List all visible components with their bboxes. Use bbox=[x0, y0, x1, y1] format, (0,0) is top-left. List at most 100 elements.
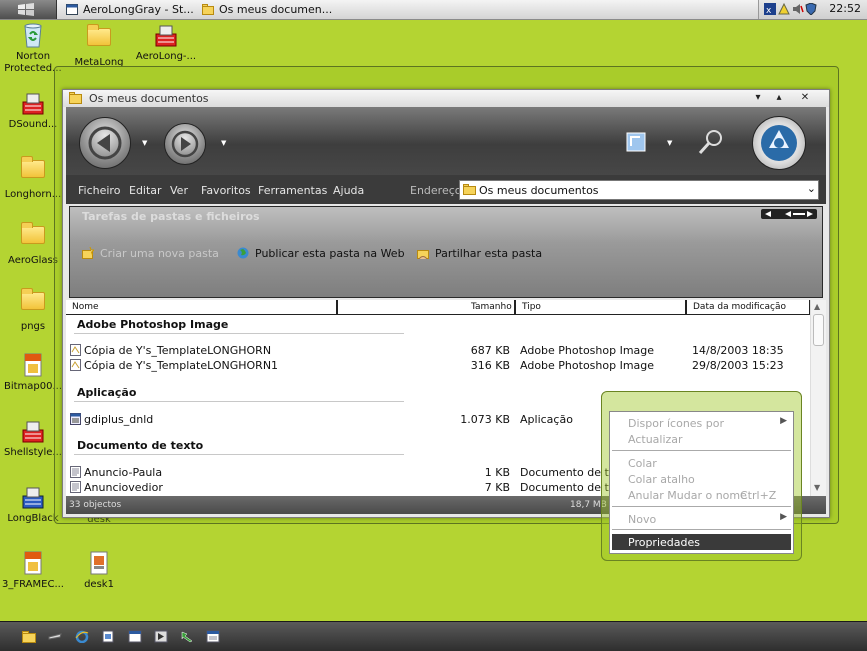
keyboard-layout-icon[interactable]: x bbox=[764, 3, 776, 15]
quick-launch-bar bbox=[0, 621, 867, 651]
taskbar-task-os-meus-documentos[interactable]: Os meus documen... bbox=[202, 1, 332, 18]
file-size: 1.073 KB bbox=[460, 413, 510, 426]
scroll-up-icon[interactable]: ▲ bbox=[814, 302, 820, 311]
ctx-propriedades[interactable]: Propriedades bbox=[612, 534, 791, 550]
folder-icon bbox=[19, 222, 47, 252]
psd-file-icon bbox=[70, 344, 81, 356]
desktop-icon-label: Norton bbox=[15, 51, 51, 62]
folder-icon bbox=[19, 156, 47, 186]
back-button[interactable] bbox=[79, 117, 131, 169]
clock[interactable]: 22:52 bbox=[829, 2, 861, 15]
internet-explorer-icon[interactable] bbox=[75, 630, 89, 643]
column-size[interactable]: Tamanho bbox=[471, 302, 512, 312]
ctx-anular[interactable]: Anular Mudar o nome Ctrl+Z bbox=[610, 487, 793, 503]
show-desktop-icon[interactable] bbox=[180, 630, 194, 643]
menu-ferramentas[interactable]: Ferramentas bbox=[258, 184, 327, 197]
menu-ver[interactable]: Ver bbox=[170, 184, 188, 197]
file-row[interactable]: Cópia de Y's_TemplateLONGHORN1 316 KB Ad… bbox=[66, 358, 810, 373]
png-file-icon bbox=[19, 352, 47, 378]
text-file-icon bbox=[70, 466, 81, 478]
media-icon[interactable] bbox=[154, 630, 168, 643]
ctx-actualizar[interactable]: Actualizar bbox=[610, 431, 793, 447]
volume-icon[interactable] bbox=[792, 3, 804, 15]
back-history-dropdown[interactable]: ▼ bbox=[142, 139, 147, 147]
views-dropdown[interactable]: ▼ bbox=[667, 139, 672, 147]
forward-button[interactable] bbox=[164, 123, 206, 165]
file-type: Aplicação bbox=[520, 413, 573, 426]
menu-ficheiro[interactable]: Ficheiro bbox=[78, 184, 120, 197]
taskbar-task-label: AeroLongGray - St... bbox=[83, 3, 194, 16]
file-row[interactable]: Cópia de Y's_TemplateLONGHORN 687 KB Ado… bbox=[66, 343, 810, 358]
documents-icon[interactable] bbox=[101, 630, 115, 643]
desktop-icon-label: desk1 bbox=[84, 579, 114, 590]
menu-ajuda[interactable]: Ajuda bbox=[333, 184, 364, 197]
ctx-novo[interactable]: Novo ▶ bbox=[610, 511, 793, 527]
installer-icon bbox=[19, 90, 47, 116]
column-name[interactable]: Nome bbox=[72, 302, 99, 312]
taskbar-task-aerolonggray[interactable]: AeroLongGray - St... bbox=[66, 1, 194, 18]
start-button[interactable] bbox=[0, 0, 57, 19]
calendar-icon[interactable] bbox=[206, 630, 220, 643]
window-title: Os meus documentos bbox=[89, 92, 209, 105]
menu-editar[interactable]: Editar bbox=[129, 184, 162, 197]
task-share-folder[interactable]: Partilhar esta pasta bbox=[417, 247, 542, 260]
minimize-button[interactable]: ▾ bbox=[751, 91, 765, 105]
folder-icon bbox=[85, 24, 113, 54]
column-type[interactable]: Tipo bbox=[522, 302, 541, 312]
text-file-icon bbox=[70, 481, 81, 493]
file-size: 316 KB bbox=[470, 359, 510, 372]
file-name: Anuncio-Paula bbox=[84, 466, 163, 479]
ctx-colar-atalho[interactable]: Colar atalho bbox=[610, 471, 793, 487]
folder-up-icon[interactable] bbox=[626, 132, 646, 152]
search-icon[interactable] bbox=[698, 129, 724, 155]
desktop-icon-aerolong[interactable]: AeroLong-... bbox=[133, 22, 199, 63]
recycle-bin-icon bbox=[19, 22, 47, 48]
top-taskbar: AeroLongGray - St... Os meus documen... … bbox=[0, 0, 867, 20]
application-icon bbox=[70, 413, 81, 425]
submenu-arrow-icon: ▶ bbox=[780, 416, 787, 426]
context-menu: Dispor ícones por ▶ Actualizar Colar Col… bbox=[609, 411, 794, 554]
task-link-label: Criar uma nova pasta bbox=[100, 247, 219, 260]
address-bar[interactable]: Os meus documentos ⌄ bbox=[459, 180, 819, 200]
system-tray: x 22:52 bbox=[758, 0, 867, 19]
folder-icon bbox=[463, 184, 476, 195]
maximize-button[interactable]: ▴ bbox=[772, 91, 786, 105]
ctx-colar[interactable]: Colar bbox=[610, 455, 793, 471]
vertical-scrollbar[interactable]: ▲ ▼ bbox=[810, 300, 826, 496]
share-folder-icon bbox=[417, 250, 429, 259]
menu-favoritos[interactable]: Favoritos bbox=[201, 184, 251, 197]
window-icon[interactable] bbox=[128, 630, 142, 643]
close-button[interactable]: ✕ bbox=[798, 91, 812, 105]
forward-history-dropdown[interactable]: ▼ bbox=[221, 139, 226, 147]
file-name: Cópia de Y's_TemplateLONGHORN bbox=[84, 344, 272, 357]
group-title[interactable]: Aplicação bbox=[77, 386, 136, 399]
scroll-down-icon[interactable]: ▼ bbox=[814, 483, 820, 492]
network-icon[interactable] bbox=[778, 3, 790, 15]
ctx-item-label: Novo bbox=[628, 513, 657, 526]
image-file-icon bbox=[85, 550, 113, 576]
file-type: Adobe Photoshop Image bbox=[520, 344, 655, 357]
pen-tool-icon[interactable] bbox=[48, 630, 62, 643]
address-dropdown-icon[interactable]: ⌄ bbox=[807, 182, 816, 195]
desktop-icon-desk1[interactable]: desk1 bbox=[66, 550, 132, 591]
status-object-count: 33 objectos bbox=[69, 500, 122, 510]
installer-icon bbox=[152, 22, 180, 48]
new-folder-icon bbox=[82, 247, 94, 259]
group-title[interactable]: Documento de texto bbox=[77, 439, 203, 452]
desktop-icon-3-framec[interactable]: 3_FRAMEC... bbox=[0, 550, 66, 591]
desktop-icon-metalong[interactable]: MetaLong bbox=[66, 22, 132, 69]
windows-orb-button[interactable] bbox=[752, 116, 806, 170]
task-publish-web[interactable]: Publicar esta pasta na Web bbox=[237, 247, 405, 260]
task-create-folder[interactable]: Criar uma nova pasta bbox=[82, 247, 219, 260]
column-date[interactable]: Data da modificação bbox=[693, 302, 786, 312]
title-bar[interactable]: Os meus documentos ▾ ▴ ✕ bbox=[63, 90, 829, 107]
scroll-thumb[interactable] bbox=[813, 314, 824, 346]
ctx-item-label: Colar atalho bbox=[628, 473, 695, 486]
folder-icon[interactable] bbox=[22, 630, 36, 643]
ctx-dispor-icones[interactable]: Dispor ícones por ▶ bbox=[610, 415, 793, 431]
security-icon[interactable] bbox=[805, 3, 817, 15]
folder-icon bbox=[202, 4, 214, 15]
file-type: Adobe Photoshop Image bbox=[520, 359, 655, 372]
group-title[interactable]: Adobe Photoshop Image bbox=[77, 318, 228, 331]
tasks-collapse-toggle[interactable] bbox=[761, 209, 817, 219]
